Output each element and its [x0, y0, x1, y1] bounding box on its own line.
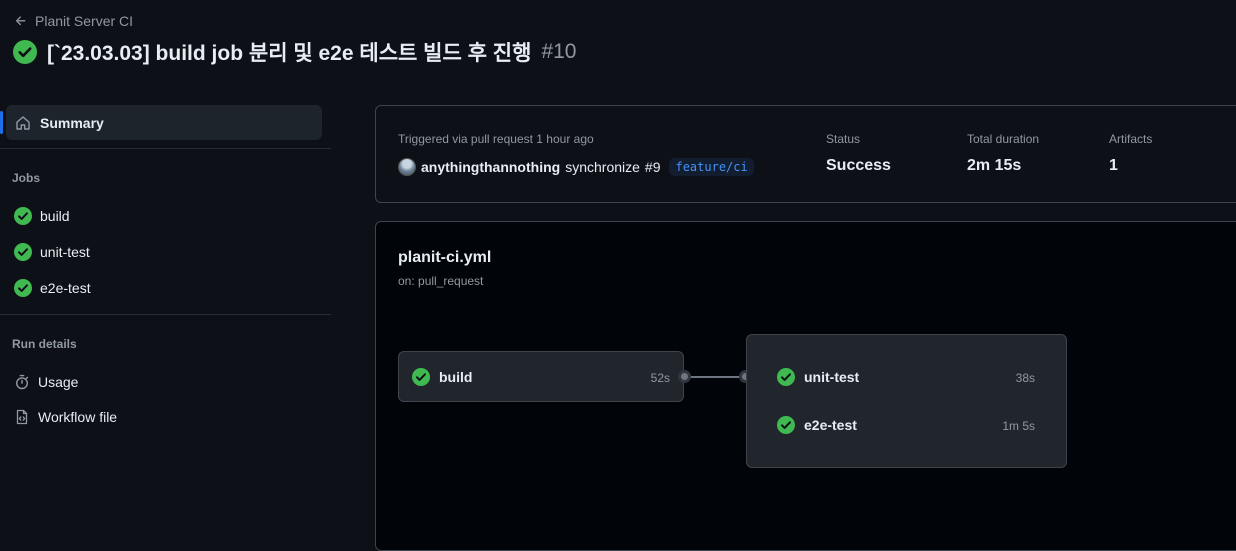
sidebar-item-label: e2e-test	[40, 280, 91, 296]
actor-link[interactable]: anythingthannothing	[421, 159, 560, 175]
job-build[interactable]: build	[412, 368, 472, 386]
check-circle-icon	[14, 243, 32, 261]
workflow-file-name[interactable]: planit-ci.yml	[398, 249, 491, 267]
sidebar-item-label: Usage	[38, 374, 79, 390]
trigger-action: synchronize	[565, 159, 640, 175]
sidebar-item-label: Workflow file	[38, 409, 118, 425]
job-duration: 38s	[1015, 371, 1035, 385]
job-name: build	[439, 369, 473, 385]
job-duration: 1m 5s	[1002, 419, 1035, 433]
sidebar-job-e2e-test[interactable]: e2e-test	[6, 272, 322, 304]
artifacts-value[interactable]: 1	[1109, 157, 1118, 175]
branch-tag[interactable]: feature/ci	[669, 158, 754, 176]
page-title: [`23.03.03] build job 분리 및 e2e 테스트 빌드 후 …	[13, 37, 576, 67]
job-unit-test[interactable]: unit-test	[777, 368, 859, 386]
run-summary-card: Triggered via pull request 1 hour ago an…	[375, 105, 1236, 203]
check-circle-icon	[777, 416, 795, 434]
back-link-label: Planit Server CI	[35, 13, 134, 29]
artifacts-label: Artifacts	[1109, 132, 1153, 146]
sidebar-divider	[0, 148, 331, 149]
job-name: e2e-test	[804, 417, 857, 433]
status-label: Status	[826, 132, 861, 146]
check-circle-icon	[13, 40, 37, 64]
job-connector	[684, 376, 746, 378]
file-code-icon	[16, 409, 28, 425]
run-number: #10	[541, 40, 577, 63]
sidebar-item-workflow-file[interactable]: Workflow file	[6, 401, 322, 433]
workflow-trigger: on: pull_request	[398, 274, 484, 288]
check-circle-icon	[14, 279, 32, 297]
connector-node	[678, 370, 691, 383]
job-card-build[interactable]: build 52s	[398, 351, 684, 402]
sidebar-job-unit-test[interactable]: unit-test	[6, 236, 322, 268]
sidebar-job-build[interactable]: build	[6, 200, 322, 232]
duration-label: Total duration	[967, 132, 1040, 146]
sidebar-item-usage[interactable]: Usage	[6, 366, 322, 398]
check-circle-icon	[412, 368, 430, 386]
job-e2e-test[interactable]: e2e-test	[777, 416, 857, 434]
sidebar-item-summary[interactable]: Summary	[0, 105, 322, 140]
run-title: [`23.03.03] build job 분리 및 e2e 테스트 빌드 후 …	[47, 42, 532, 65]
job-group-tests: unit-test 38s e2e-test 1m 5s	[746, 334, 1067, 468]
sidebar-item-label: unit-test	[40, 244, 90, 260]
duration-value: 2m 15s	[967, 157, 1022, 174]
sidebar: Summary Jobs build unit-test e2e-test Ru…	[0, 98, 331, 537]
home-icon	[16, 115, 30, 130]
jobs-heading: Jobs	[12, 171, 41, 185]
sidebar-item-label: Summary	[40, 114, 104, 131]
status-value: Success	[826, 157, 891, 174]
sidebar-divider	[0, 314, 331, 315]
trigger-text: Triggered via pull request 1 hour ago	[398, 132, 594, 146]
job-name: unit-test	[804, 369, 860, 385]
stopwatch-icon	[15, 374, 29, 390]
workflow-graph-card: planit-ci.yml on: pull_request build 52s…	[375, 221, 1236, 551]
trigger-line: anythingthannothing synchronize #9 featu…	[398, 156, 754, 178]
check-circle-icon	[14, 207, 32, 225]
run-details-heading: Run details	[12, 337, 77, 351]
pr-link[interactable]: #9	[645, 159, 661, 175]
avatar[interactable]	[398, 158, 416, 176]
sidebar-item-label: build	[40, 208, 70, 224]
page-header: Planit Server CI [`23.03.03] build job 분…	[0, 0, 1236, 80]
job-duration: 52s	[650, 371, 670, 385]
check-circle-icon	[777, 368, 795, 386]
arrow-left-icon	[15, 16, 26, 26]
back-link[interactable]: Planit Server CI	[14, 11, 133, 31]
